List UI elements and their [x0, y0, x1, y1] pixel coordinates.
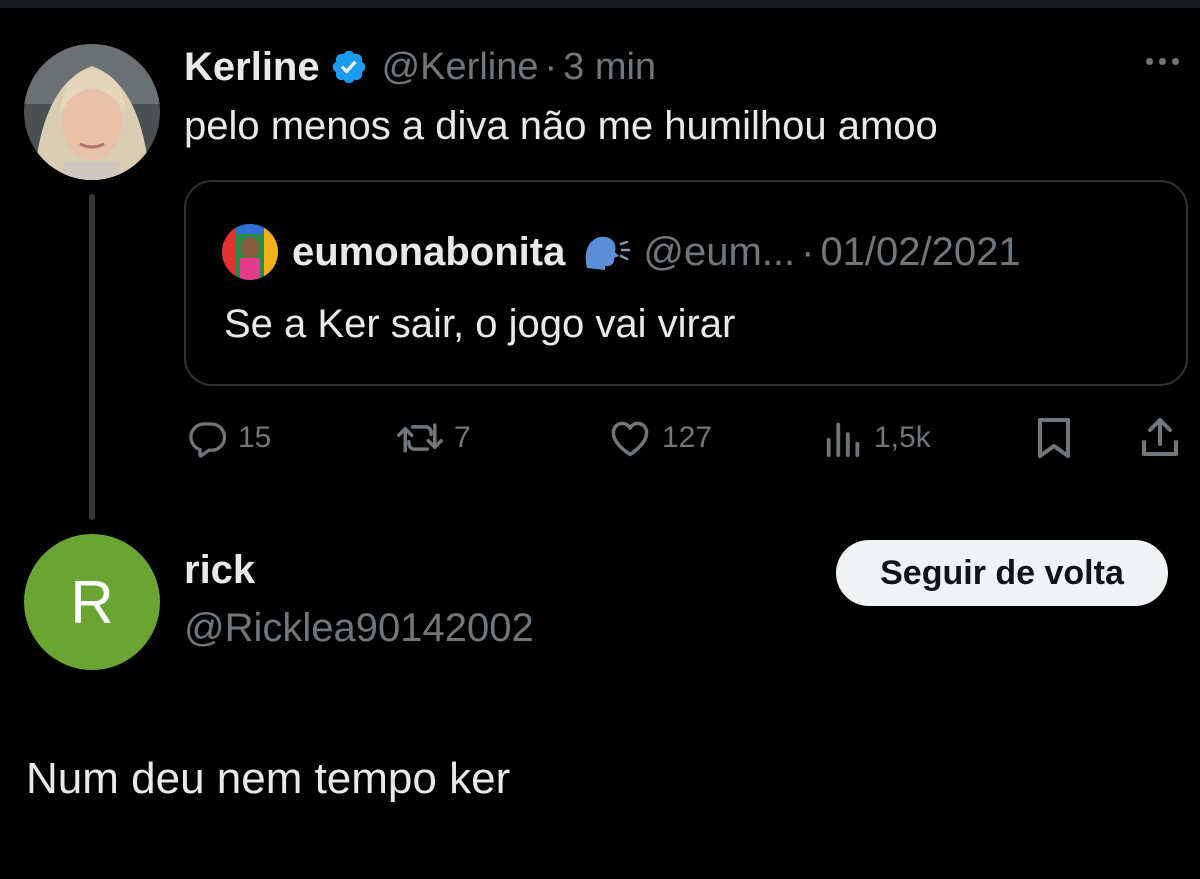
tweet-text: pelo menos a diva não me humilhou amoo — [184, 104, 938, 148]
author-handle[interactable]: @Kerline — [382, 46, 539, 89]
quoted-header-separator: · — [801, 229, 815, 274]
quoted-tweet-date: 01/02/2021 — [820, 229, 1021, 274]
reply-user-display-name[interactable]: rick — [184, 548, 255, 593]
follow-back-button[interactable]: Seguir de volta — [836, 540, 1168, 606]
quoted-tweet-text: Se a Ker sair, o jogo vai virar — [224, 302, 736, 346]
reply-button[interactable]: 15 — [186, 414, 271, 462]
retweet-count: 7 — [454, 421, 471, 454]
bookmark-button[interactable] — [1034, 414, 1074, 462]
reply-count: 15 — [238, 421, 272, 454]
quoted-author-avatar — [222, 224, 278, 280]
bookmark-icon — [1034, 416, 1074, 460]
avatar-initial: R — [70, 568, 114, 636]
quoted-tweet-card[interactable]: eumonabonita @eum... · 01/02/2021 Se a K… — [184, 180, 1188, 386]
speaking-head-icon — [581, 232, 631, 272]
quoted-tweet-header: eumonabonita @eum... · 01/02/2021 — [292, 222, 1021, 282]
author-display-name[interactable]: Kerline — [184, 45, 320, 90]
like-count: 127 — [662, 421, 713, 454]
quoted-author-display-name: eumonabonita — [292, 229, 566, 274]
verified-badge-icon — [330, 48, 368, 86]
reply-user-avatar[interactable]: R — [24, 534, 160, 670]
header-separator: · — [544, 45, 558, 88]
retweet-button[interactable]: 7 — [396, 414, 471, 462]
views-chart-icon — [824, 417, 864, 459]
tweet-header: Kerline @Kerline · 3 min — [184, 40, 656, 94]
author-avatar[interactable] — [24, 44, 160, 180]
tweet-timestamp[interactable]: 3 min — [563, 46, 656, 89]
thread-connector-line — [89, 194, 95, 520]
like-button[interactable]: 127 — [608, 414, 712, 462]
reply-text: Num deu nem tempo ker — [26, 754, 511, 803]
heart-icon — [608, 417, 652, 459]
reply-icon — [186, 417, 228, 459]
retweet-icon — [396, 417, 444, 459]
views-count: 1,5k — [874, 421, 931, 454]
top-divider — [0, 0, 1200, 8]
share-icon — [1140, 416, 1180, 460]
quoted-author-handle: @eum... — [643, 229, 796, 274]
share-button[interactable] — [1140, 414, 1180, 462]
reply-user-handle[interactable]: @Ricklea90142002 — [184, 606, 534, 651]
more-options-icon[interactable] — [1146, 58, 1179, 65]
views-button[interactable]: 1,5k — [824, 414, 931, 462]
